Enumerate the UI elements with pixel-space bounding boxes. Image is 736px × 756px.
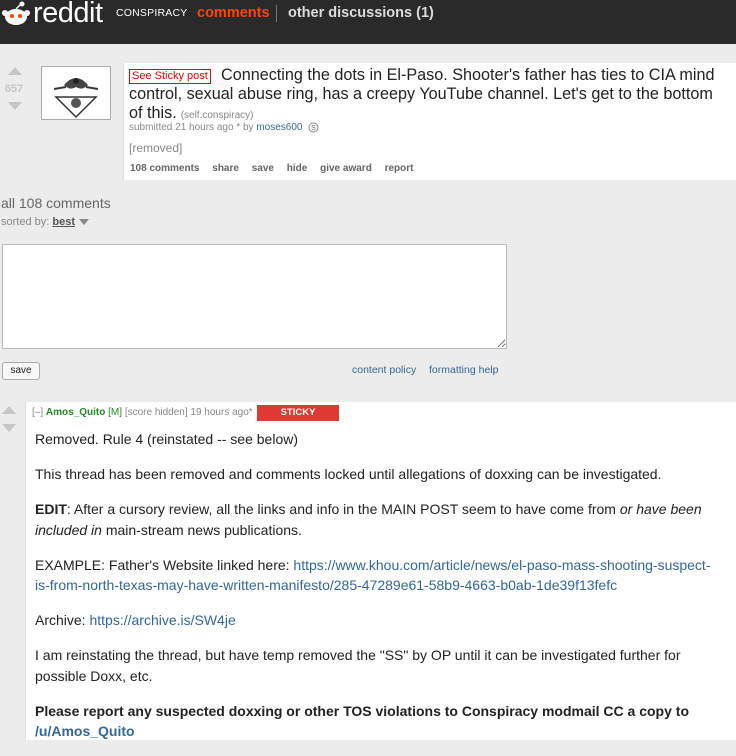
post-downvote-icon[interactable] (8, 102, 22, 110)
tab-divider (276, 5, 277, 22)
svg-text:S: S (311, 125, 316, 132)
post-actions: 108 comments share save hide give award … (130, 163, 424, 174)
comment-paragraph: EXAMPLE: Father's Website linked here: h… (35, 555, 725, 596)
post-domain[interactable]: (self.conspiracy) (181, 110, 254, 121)
all-comments-heading: all 108 comments (1, 195, 111, 211)
comment-body: Removed. Rule 4 (reinstated -- see below… (35, 429, 725, 756)
comment-upvote-icon[interactable] (2, 406, 16, 414)
moderator-badge: [M] (108, 407, 123, 418)
post-score: 657 (4, 83, 24, 95)
comment-text: Archive: (35, 612, 90, 628)
comment-text: : After a cursory review, all the links … (66, 501, 620, 517)
post-title-wrap: Connecting the dots in El-Paso. Shooter'… (129, 66, 719, 125)
post-removed-text: [removed] (129, 141, 183, 155)
tab-comments[interactable]: comments (197, 5, 270, 21)
hide-link[interactable]: hide (287, 163, 308, 174)
subreddit-name[interactable]: CONSPIRACY (116, 7, 187, 19)
comment-meta: [score hidden] 19 hours ago* (124, 407, 253, 418)
edit-label: EDIT (35, 501, 67, 517)
post-author[interactable]: moses600 (256, 122, 302, 133)
seal-emblem-icon (42, 67, 110, 119)
sticky-comment: [–] Amos_Quito [M] [score hidden] 19 hou… (25, 402, 736, 740)
sort-selector[interactable]: sorted by: best (1, 216, 89, 228)
comment-input[interactable] (2, 244, 507, 349)
reddit-alien-icon[interactable] (0, 0, 34, 28)
post-submitted-line: submitted 21 hours ago * by moses600 S (129, 122, 319, 133)
snoovatar-icon[interactable]: S (308, 122, 319, 133)
comment-bold: Please report any suspected doxxing or o… (35, 702, 690, 719)
comments-link[interactable]: 108 comments (130, 163, 199, 174)
share-link[interactable]: share (212, 163, 239, 174)
comment-paragraph: This thread has been removed and comment… (35, 466, 662, 482)
sort-value[interactable]: best (52, 216, 75, 228)
comment-paragraph: Removed. Rule 4 (reinstated -- see below… (35, 431, 299, 447)
comment-paragraph: EDIT: After a cursory review, all the li… (35, 499, 725, 540)
comment-paragraph: Please report any suspected doxxing or o… (35, 701, 725, 742)
collapse-toggle[interactable]: [–] (32, 407, 43, 418)
post-upvote-icon[interactable] (8, 67, 22, 75)
reddit-logo[interactable]: reddit (33, 0, 103, 30)
tab-other-discussions[interactable]: other discussions (1) (288, 5, 434, 21)
submitted-text: submitted 21 hours ago * by (129, 122, 254, 134)
user-link[interactable]: /u/Amos_Quito (35, 723, 135, 739)
comment-text: EXAMPLE: Father's Website linked here: (35, 556, 294, 573)
save-button[interactable]: save (2, 362, 40, 380)
sorted-by-label: sorted by: (1, 216, 50, 228)
save-link[interactable]: save (252, 163, 274, 174)
comment-tagline: [–] Amos_Quito [M] [score hidden] 19 hou… (32, 407, 253, 418)
give-award-link[interactable]: give award (320, 163, 372, 174)
comment-paragraph: Archive: https://archive.is/SW4je (35, 610, 725, 631)
comment-downvote-icon[interactable] (2, 424, 16, 432)
report-link[interactable]: report (385, 163, 414, 174)
post-container: See Sticky post Connecting the dots in E… (123, 63, 736, 180)
formatting-help-link[interactable]: formatting help (429, 364, 498, 376)
post-thumbnail[interactable] (41, 66, 111, 120)
archive-link[interactable]: https://archive.is/SW4je (89, 612, 235, 628)
content-policy-link[interactable]: content policy (352, 364, 416, 376)
comment-paragraph: I am reinstating the thread, but have te… (35, 647, 681, 684)
comment-text: main-stream news publications. (101, 521, 302, 538)
comment-author[interactable]: Amos_Quito (46, 407, 105, 418)
sticky-badge: STICKY (257, 405, 339, 421)
header-bar: reddit CONSPIRACY comments other discuss… (0, 0, 736, 44)
chevron-down-icon[interactable] (79, 219, 89, 226)
